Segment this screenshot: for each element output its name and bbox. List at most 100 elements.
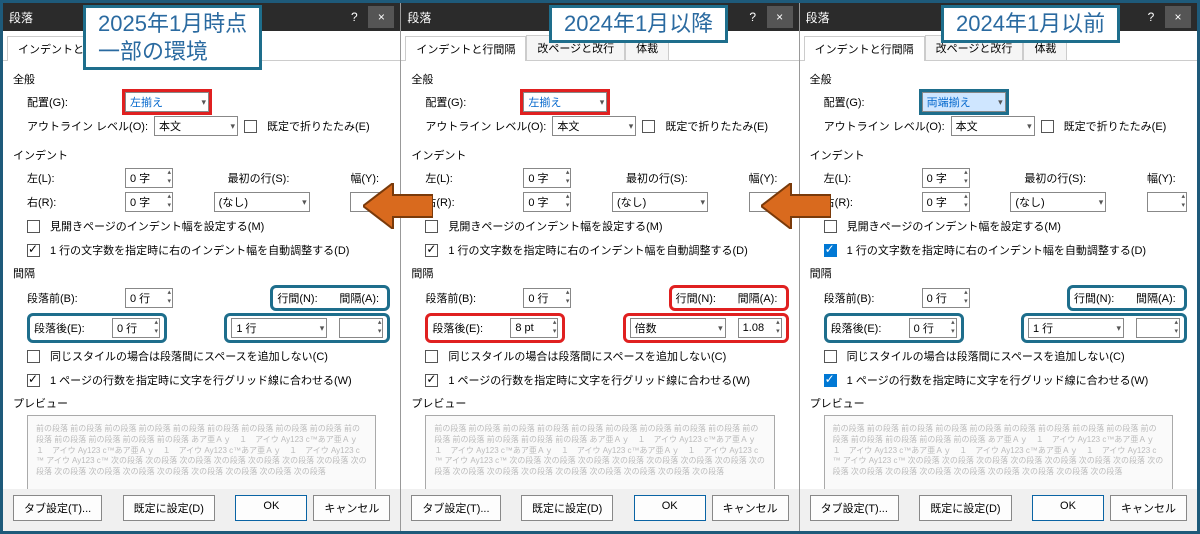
label-before: 段落前(B):: [824, 290, 916, 306]
cancel-button[interactable]: キャンセル: [1110, 495, 1187, 521]
label-gap: 間隔(A):: [738, 290, 782, 306]
indent-right-input[interactable]: 0 字: [922, 192, 970, 212]
samestyle-checkbox[interactable]: [27, 350, 40, 363]
close-icon[interactable]: ×: [368, 6, 394, 28]
dialog-title: 段落: [9, 9, 33, 26]
indent-left-input[interactable]: 0 字: [922, 168, 970, 188]
space-after-input[interactable]: 0 行: [909, 318, 957, 338]
space-after-input[interactable]: 8 pt: [510, 318, 558, 338]
label-outline: アウトライン レベル(O):: [824, 118, 945, 134]
linespacing-select[interactable]: 倍数: [630, 318, 726, 338]
samestyle-checkbox[interactable]: [425, 350, 438, 363]
callout-panel1: 2025年1月時点 一部の環境: [83, 5, 262, 70]
width-input[interactable]: [1147, 192, 1187, 212]
help-icon[interactable]: ?: [743, 10, 763, 24]
label-linespacing: 行間(N):: [676, 290, 726, 306]
mirror-checkbox[interactable]: [27, 220, 40, 233]
gap-input[interactable]: [339, 318, 383, 338]
autoindent-label: 1 行の文字数を指定時に右のインデント幅を自動調整する(D): [50, 242, 349, 258]
section-preview: プレビュー: [13, 395, 390, 411]
indent-right-input[interactable]: 0 字: [523, 192, 571, 212]
tab-indent-spacing[interactable]: インデントと行間隔: [405, 36, 526, 61]
label-before: 段落前(B):: [425, 290, 517, 306]
gap-input[interactable]: 1.08: [738, 318, 782, 338]
indent-left-input[interactable]: 0 字: [125, 168, 173, 188]
fold-label: 既定で折りたたみ(E): [1064, 118, 1167, 134]
firstline-select[interactable]: (なし): [1010, 192, 1106, 212]
grid-label: 1 ページの行数を指定時に文字を行グリッド線に合わせる(W): [847, 372, 1149, 388]
ok-button[interactable]: OK: [235, 495, 307, 521]
space-after-input[interactable]: 0 行: [112, 318, 160, 338]
close-icon[interactable]: ×: [1165, 6, 1191, 28]
grid-checkbox[interactable]: [27, 374, 40, 387]
mirror-label: 見開きページのインデント幅を設定する(M): [50, 218, 264, 234]
alignment-select[interactable]: 左揃え: [523, 92, 607, 112]
outline-select[interactable]: 本文: [552, 116, 636, 136]
callout-panel2: 2024年1月以降: [549, 5, 728, 43]
linespacing-select[interactable]: 1 行: [1028, 318, 1124, 338]
label-left: 左(L):: [425, 170, 517, 186]
fold-checkbox[interactable]: [1041, 120, 1054, 133]
tab-indent-spacing[interactable]: インデントと行間隔: [804, 36, 925, 61]
fold-checkbox[interactable]: [642, 120, 655, 133]
cancel-button[interactable]: キャンセル: [712, 495, 789, 521]
section-preview: プレビュー: [810, 395, 1187, 411]
grid-checkbox[interactable]: [425, 374, 438, 387]
linespacing-select[interactable]: 1 行: [231, 318, 327, 338]
default-button[interactable]: 既定に設定(D): [521, 495, 613, 521]
section-spacing: 間隔: [411, 265, 788, 281]
fold-checkbox[interactable]: [244, 120, 257, 133]
ok-button[interactable]: OK: [634, 495, 706, 521]
callout-panel3: 2024年1月以前: [941, 5, 1120, 43]
autoindent-checkbox[interactable]: [27, 244, 40, 257]
indent-left-input[interactable]: 0 字: [523, 168, 571, 188]
label-width: 幅(Y):: [1147, 170, 1187, 186]
ok-button[interactable]: OK: [1032, 495, 1104, 521]
outline-select[interactable]: 本文: [951, 116, 1035, 136]
label-outline: アウトライン レベル(O):: [27, 118, 148, 134]
preview-pane: 前の段落 前の段落 前の段落 前の段落 前の段落 前の段落 前の段落 前の段落 …: [425, 415, 774, 489]
section-general: 全般: [13, 71, 390, 87]
samestyle-checkbox[interactable]: [824, 350, 837, 363]
cancel-button[interactable]: キャンセル: [313, 495, 390, 521]
mirror-label: 見開きページのインデント幅を設定する(M): [448, 218, 662, 234]
tabs-button[interactable]: タブ設定(T)...: [13, 495, 102, 521]
section-indent: インデント: [810, 147, 1187, 163]
label-linespacing: 行間(N):: [1074, 290, 1124, 306]
default-button[interactable]: 既定に設定(D): [123, 495, 215, 521]
label-right: 右(R):: [824, 194, 916, 210]
fold-label: 既定で折りたたみ(E): [665, 118, 768, 134]
samestyle-label: 同じスタイルの場合は段落間にスペースを追加しない(C): [448, 348, 726, 364]
label-linespacing: 行間(N):: [277, 290, 327, 306]
alignment-select[interactable]: 両端揃え: [922, 92, 1006, 112]
default-button[interactable]: 既定に設定(D): [919, 495, 1011, 521]
firstline-select[interactable]: (なし): [214, 192, 310, 212]
autoindent-checkbox[interactable]: [824, 244, 837, 257]
label-after: 段落後(E):: [831, 320, 903, 336]
gap-input[interactable]: [1136, 318, 1180, 338]
indent-right-input[interactable]: 0 字: [125, 192, 173, 212]
space-before-input[interactable]: 0 行: [125, 288, 173, 308]
close-icon[interactable]: ×: [767, 6, 793, 28]
space-before-input[interactable]: 0 行: [523, 288, 571, 308]
section-preview: プレビュー: [411, 395, 788, 411]
space-before-input[interactable]: 0 行: [922, 288, 970, 308]
label-alignment: 配置(G):: [425, 94, 517, 110]
grid-label: 1 ページの行数を指定時に文字を行グリッド線に合わせる(W): [50, 372, 352, 388]
outline-select[interactable]: 本文: [154, 116, 238, 136]
tabs-button[interactable]: タブ設定(T)...: [411, 495, 500, 521]
tabs-button[interactable]: タブ設定(T)...: [810, 495, 899, 521]
samestyle-label: 同じスタイルの場合は段落間にスペースを追加しない(C): [50, 348, 328, 364]
label-firstline: 最初の行(S):: [228, 170, 296, 186]
help-icon[interactable]: ?: [344, 10, 364, 24]
grid-checkbox[interactable]: [824, 374, 837, 387]
firstline-select[interactable]: (なし): [612, 192, 708, 212]
alignment-select[interactable]: 左揃え: [125, 92, 209, 112]
grid-label: 1 ページの行数を指定時に文字を行グリッド線に合わせる(W): [448, 372, 750, 388]
autoindent-label: 1 行の文字数を指定時に右のインデント幅を自動調整する(D): [448, 242, 747, 258]
samestyle-label: 同じスタイルの場合は段落間にスペースを追加しない(C): [847, 348, 1125, 364]
preview-pane: 前の段落 前の段落 前の段落 前の段落 前の段落 前の段落 前の段落 前の段落 …: [27, 415, 376, 489]
help-icon[interactable]: ?: [1141, 10, 1161, 24]
section-spacing: 間隔: [810, 265, 1187, 281]
autoindent-checkbox[interactable]: [425, 244, 438, 257]
